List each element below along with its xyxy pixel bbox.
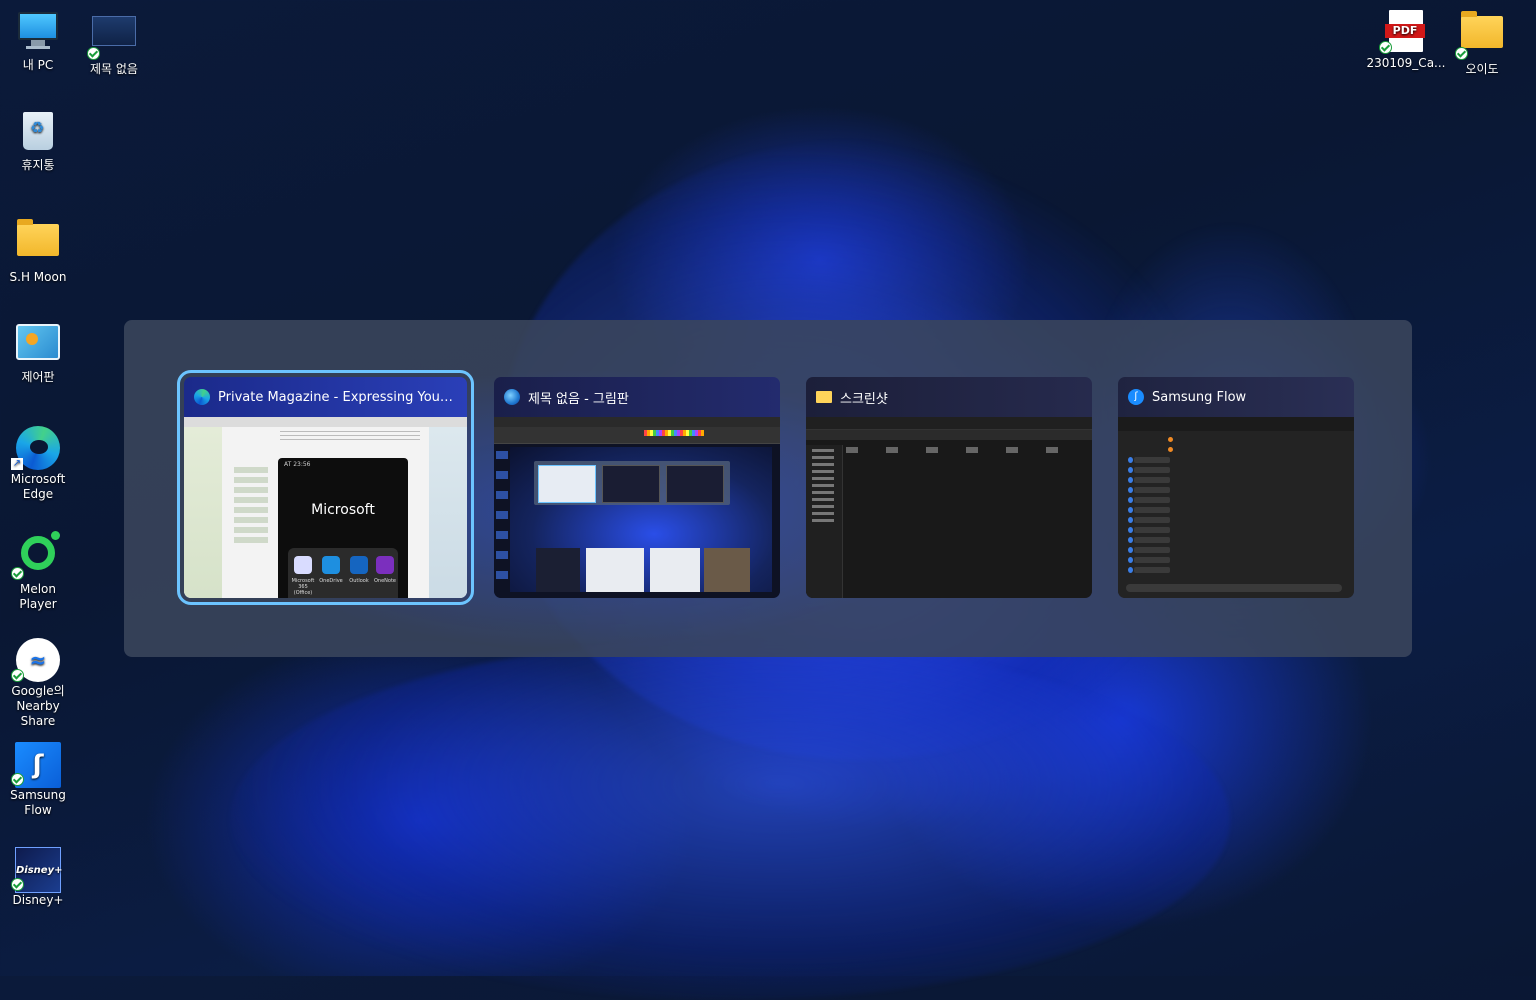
app-label: Microsoft 365 (Office) [291,578,315,596]
onenote-icon [376,556,394,574]
sync-check-icon [1455,47,1468,60]
desktop-icon-label: 제어판 [21,370,55,384]
switcher-window-samsung-flow[interactable]: ʃ Samsung Flow [1118,377,1354,598]
onedrive-icon [322,556,340,574]
sync-check-icon [11,878,24,891]
desktop-icon-label: Disney+ [12,893,64,907]
desktop-icon-samsung-flow[interactable]: ʃ Samsung Flow [0,742,76,818]
desktop-icon-edge[interactable]: ↗ Microsoft Edge [0,426,76,502]
desktop-icon-label: 내 PC [22,58,54,72]
phone-screenshot: AT 23:56 Microsoft Microsoft 365 (Office… [278,458,408,598]
window-preview: AT 23:56 Microsoft Microsoft 365 (Office… [184,417,467,598]
app-label: Outlook [349,578,369,584]
desktop-icon-label: Google의 Nearby Share [11,684,65,728]
window-title-bar: Private Magazine - Expressing Yourself :… [184,377,467,417]
sync-check-icon [11,567,24,580]
pdf-icon: PDF [1379,10,1429,54]
desktop-icon-nearby-share[interactable]: ≈ Google의 Nearby Share [0,638,76,729]
app-label: OneDrive [319,578,343,584]
window-preview [806,417,1092,598]
window-title: 제목 없음 - 그림판 [528,391,629,407]
desktop-icon-disney-plus[interactable]: Disney+ Disney+ [0,847,76,908]
folder-icon [816,391,832,403]
edge-icon [194,389,210,405]
recycle-bin-icon [15,112,61,154]
office-icon [294,556,312,574]
paint-icon [504,389,520,405]
desktop-icon-label: S.H Moon [9,270,67,284]
samsung-flow-icon: ʃ [1128,389,1144,405]
desktop-icon-label: 제목 없음 [90,62,138,76]
desktop-icon-label: 휴지통 [21,158,55,172]
window-title: Private Magazine - Expressing Yourself :… [218,389,457,405]
switcher-window-paint[interactable]: 제목 없음 - 그림판 [494,377,780,598]
desktop-icon-label: Samsung Flow [10,788,66,817]
sync-check-icon [87,47,100,60]
melon-icon [11,531,61,580]
app-label: OneNote [373,578,397,584]
desktop-icon-melon[interactable]: Melon Player [0,531,76,612]
folder-excel-icon [1455,11,1505,60]
switcher-window-screenshots[interactable]: 스크린샷 [806,377,1092,598]
outlook-icon [350,556,368,574]
image-file-icon [87,16,137,60]
folder-icon [15,219,61,266]
control-panel-icon [15,324,61,366]
microsoft-brand-text: Microsoft [311,502,375,518]
window-title: 스크린샷 [840,391,888,407]
desktop-icon-label: 230109_Ca... [1366,56,1446,70]
sync-check-icon [11,669,24,682]
wallpaper-bloom [230,640,1230,1000]
nearby-share-icon: ≈ [11,638,61,682]
desktop-icon-recycle-bin[interactable]: 휴지통 [0,112,76,173]
desktop-icon-untitled[interactable]: 제목 없음 [76,10,152,77]
desktop-icon-oido[interactable]: 오이도 [1444,10,1520,77]
desktop-icon-this-pc[interactable]: 내 PC [0,10,76,73]
switcher-window-edge[interactable]: Private Magazine - Expressing Yourself :… [177,370,474,605]
window-preview [1118,417,1354,598]
window-preview [494,417,780,598]
sync-check-icon [1379,41,1392,54]
shortcut-arrow-icon: ↗ [11,458,23,470]
samsung-flow-icon: ʃ [11,742,61,788]
sync-check-icon [11,773,24,786]
desktop-icon-label: Melon Player [19,582,57,611]
desktop-icon-label: Microsoft Edge [10,472,66,501]
window-title-bar: 스크린샷 [806,377,1092,417]
desktop-icon-sh-moon[interactable]: S.H Moon [0,218,76,285]
desktop-icon-control-panel[interactable]: 제어판 [0,322,76,385]
phone-status-time: AT 23:56 [284,461,311,468]
desktop-icon-label: 오이도 [1465,62,1499,76]
app-dock: Microsoft 365 (Office) OneDrive Outlook … [288,548,398,598]
window-title: Samsung Flow [1152,389,1247,405]
task-switcher: Private Magazine - Expressing Yourself :… [124,320,1412,657]
disney-plus-icon: Disney+ [11,847,62,893]
computer-icon [15,12,61,54]
window-title-bar: ʃ Samsung Flow [1118,377,1354,417]
edge-icon: ↗ [11,426,61,470]
window-title-bar: 제목 없음 - 그림판 [494,377,780,417]
desktop-icon-pdf[interactable]: PDF 230109_Ca... [1366,10,1446,71]
